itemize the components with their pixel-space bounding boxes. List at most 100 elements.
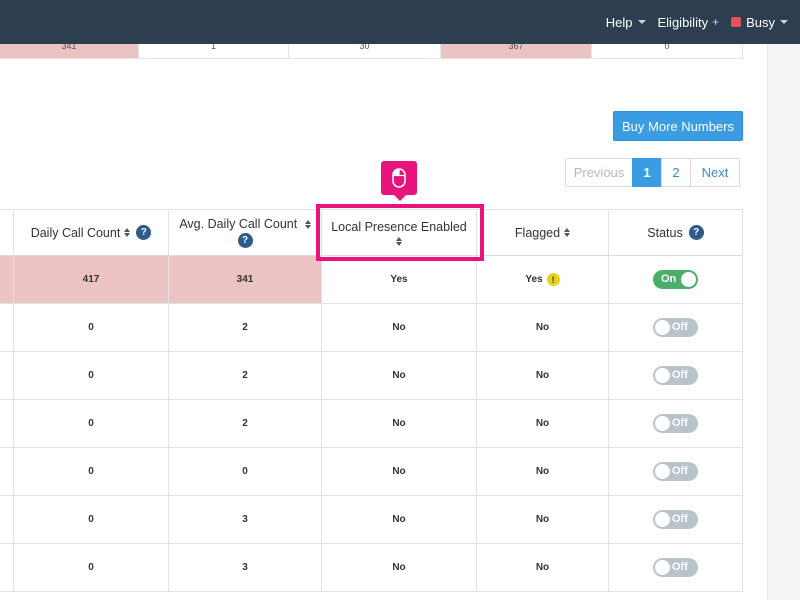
help-circle-icon[interactable]: ? <box>136 225 152 240</box>
header-flagged[interactable]: Flagged <box>477 210 609 255</box>
cell-local-presence: No <box>322 544 477 591</box>
status-toggle[interactable]: Off <box>653 558 698 577</box>
status-toggle[interactable]: Off <box>653 462 698 481</box>
help-circle-icon[interactable]: ? <box>688 225 704 240</box>
scrollbar-gutter[interactable] <box>767 44 800 600</box>
pagination-page-1[interactable]: 1 <box>632 158 662 187</box>
toggle-knob <box>681 272 696 287</box>
table-row: 0 3 No No Off <box>0 496 743 544</box>
toggle-knob <box>655 464 670 479</box>
cell-status: Off <box>609 544 743 591</box>
navbar-items: Help Eligibility + Busy <box>594 0 788 44</box>
cell-daily-call-count: 0 <box>14 448 169 495</box>
table-row: 0 0 No No Off <box>0 448 743 496</box>
status-toggle[interactable]: On <box>653 270 698 289</box>
cell-local-presence: No <box>322 400 477 447</box>
mouse-icon-shape <box>392 168 406 188</box>
toggle-knob <box>655 368 670 383</box>
header-label: Flagged <box>514 225 561 240</box>
toggle-knob <box>655 512 670 527</box>
eligibility-menu-label: Eligibility <box>657 14 709 30</box>
table-row: 0 2 No No Off <box>0 304 743 352</box>
sort-icon[interactable] <box>395 236 402 246</box>
pagination-next[interactable]: Next <box>690 158 740 187</box>
status-toggle[interactable]: Off <box>653 366 698 385</box>
row-stub <box>0 400 14 447</box>
sort-icon[interactable] <box>564 228 571 237</box>
warning-icon: ! <box>546 273 560 286</box>
sort-icon[interactable] <box>124 228 131 237</box>
pagination-previous[interactable]: Previous <box>565 158 633 187</box>
cell-daily-call-count: 0 <box>14 544 169 591</box>
row-stub <box>0 304 14 351</box>
cell-flagged: No <box>477 400 609 447</box>
toggle-label: Off <box>672 417 688 429</box>
cell-status: Off <box>609 304 743 351</box>
cell-avg-daily-call-count: 0 <box>169 448 322 495</box>
cell-avg-daily-call-count: 3 <box>169 496 322 543</box>
cell-avg-daily-call-count: 341 <box>169 256 322 303</box>
cell-daily-call-count: 0 <box>14 400 169 447</box>
cell-local-presence: No <box>322 304 477 351</box>
cell-daily-call-count: 0 <box>14 352 169 399</box>
cell-daily-call-count: 0 <box>14 304 169 351</box>
eligibility-menu[interactable]: Eligibility + <box>658 15 720 30</box>
partial-cell: 30 <box>289 44 441 58</box>
status-dot-icon <box>731 17 742 27</box>
status-toggle[interactable]: Off <box>653 318 698 337</box>
cell-daily-call-count: 417 <box>14 256 169 303</box>
cell-local-presence: Yes <box>322 256 477 303</box>
cell-flagged: No <box>477 304 609 351</box>
pagination-page-2[interactable]: 2 <box>661 158 691 187</box>
cell-local-presence: No <box>322 352 477 399</box>
help-circle-icon[interactable]: ? <box>237 233 253 248</box>
chevron-down-icon <box>780 20 788 24</box>
cell-flagged: No <box>477 496 609 543</box>
partial-cell: 0 <box>592 44 743 58</box>
numbers-table: Daily Call Count ? Avg. Daily Call Count… <box>0 209 743 592</box>
header-stub <box>0 210 14 255</box>
cell-status: Off <box>609 448 743 495</box>
cell-avg-daily-call-count: 3 <box>169 544 322 591</box>
sort-icon[interactable] <box>304 220 311 230</box>
status-toggle[interactable]: Off <box>653 414 698 433</box>
table-row: 0 2 No No Off <box>0 400 743 448</box>
status-menu[interactable]: Busy <box>731 15 788 30</box>
header-daily-call-count[interactable]: Daily Call Count ? <box>14 210 169 255</box>
cell-avg-daily-call-count: 2 <box>169 304 322 351</box>
buy-more-numbers-button[interactable]: Buy More Numbers <box>613 111 743 141</box>
toggle-label: Off <box>672 369 688 381</box>
cell-local-presence: No <box>322 496 477 543</box>
status-menu-label: Busy <box>746 14 775 30</box>
cell-status: On <box>609 256 743 303</box>
header-label: Local Presence Enabled <box>331 219 467 234</box>
status-toggle[interactable]: Off <box>653 510 698 529</box>
top-navbar: Help Eligibility + Busy <box>0 0 800 44</box>
toggle-label: Off <box>672 513 688 525</box>
toggle-label: Off <box>672 465 688 477</box>
partial-cell: 341 <box>0 44 139 58</box>
table-row: 0 3 No No Off <box>0 544 743 592</box>
help-menu[interactable]: Help <box>606 15 646 30</box>
pagination: Previous 1 2 Next <box>565 158 740 187</box>
flagged-value: Yes <box>525 274 543 285</box>
cell-flagged: Yes ! <box>477 256 609 303</box>
row-stub <box>0 448 14 495</box>
toggle-label: Off <box>672 561 688 573</box>
toggle-label: On <box>661 273 677 285</box>
toggle-knob <box>655 416 670 431</box>
table-row: 417 341 Yes Yes ! On <box>0 256 743 304</box>
header-local-presence-enabled[interactable]: Local Presence Enabled <box>322 210 477 255</box>
header-label: Daily Call Count <box>30 225 121 240</box>
cell-local-presence: No <box>322 448 477 495</box>
table-row: 0 2 No No Off <box>0 352 743 400</box>
help-menu-label: Help <box>605 14 633 30</box>
cell-flagged: No <box>477 544 609 591</box>
header-avg-daily-call-count[interactable]: Avg. Daily Call Count ? <box>169 210 322 255</box>
header-label: Status <box>647 225 683 240</box>
cell-avg-daily-call-count: 2 <box>169 400 322 447</box>
header-label: Avg. Daily Call Count <box>179 217 298 231</box>
mouse-icon <box>381 161 417 201</box>
row-stub <box>0 352 14 399</box>
chevron-down-icon <box>637 20 646 24</box>
